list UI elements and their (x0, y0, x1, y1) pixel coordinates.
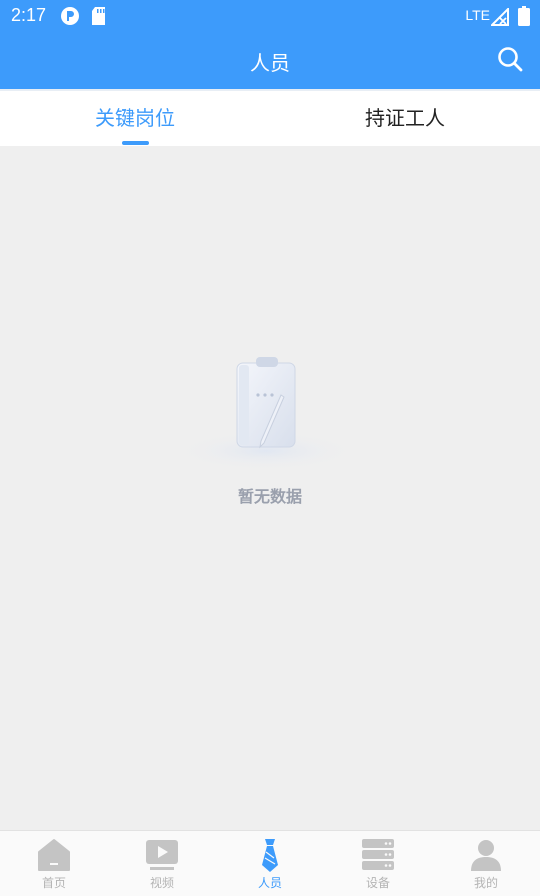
bottom-nav: 首页 视频 人员 设备 我的 (0, 830, 540, 896)
network-type: LTE (465, 7, 490, 23)
signal-icon (491, 8, 509, 26)
nav-item-home[interactable]: 首页 (0, 831, 108, 896)
tab-key-positions[interactable]: 关键岗位 (0, 91, 270, 146)
server-icon (362, 839, 394, 870)
nav-label: 首页 (41, 876, 66, 890)
nav-label: 设备 (365, 876, 390, 890)
nav-item-video[interactable]: 视频 (108, 831, 216, 896)
status-time: 2:17 (11, 5, 47, 25)
battery-icon (518, 6, 530, 26)
sd-card-icon (92, 7, 105, 25)
content-area: 暂无数据 (0, 146, 540, 830)
nav-label: 视频 (149, 876, 174, 890)
empty-clipboard-icon (174, 357, 358, 471)
search-icon[interactable] (496, 45, 524, 73)
tie-icon (262, 839, 278, 872)
nav-label: 人员 (257, 876, 282, 890)
nav-label: 我的 (473, 876, 498, 890)
tab-bar: 关键岗位 持证工人 (0, 89, 540, 146)
app-notification-icon (61, 7, 79, 25)
user-icon (471, 840, 501, 871)
tab-indicator (122, 141, 149, 145)
app-bar: 人员 (0, 33, 540, 89)
nav-item-devices[interactable]: 设备 (324, 831, 432, 896)
page-title: 人员 (250, 51, 290, 75)
nav-item-mine[interactable]: 我的 (432, 831, 540, 896)
empty-message: 暂无数据 (237, 487, 302, 506)
status-bar: 2:17 LTE (0, 0, 540, 33)
tab-certified-workers[interactable]: 持证工人 (270, 91, 540, 146)
nav-item-personnel[interactable]: 人员 (216, 831, 324, 896)
video-icon (146, 840, 178, 870)
home-icon (38, 839, 70, 871)
